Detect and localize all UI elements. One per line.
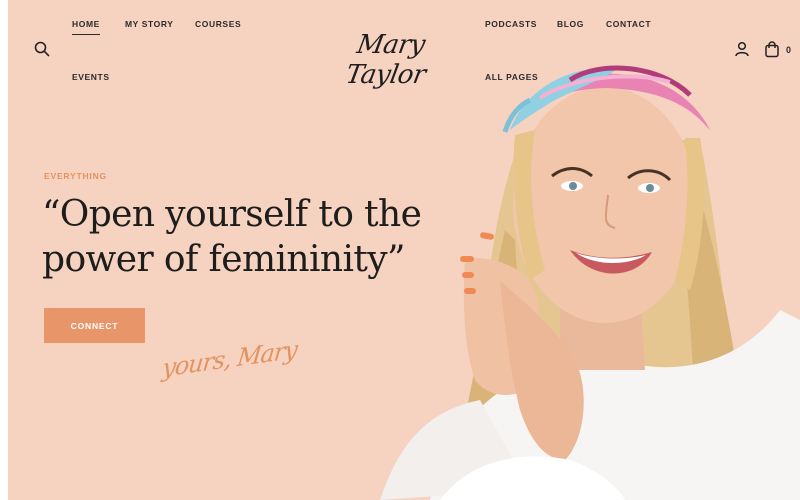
nav-courses[interactable]: COURSES (195, 19, 241, 29)
search-icon[interactable] (34, 41, 50, 57)
nav-home[interactable]: HOME (72, 19, 100, 35)
hero-section: HOME MY STORY COURSES EVENTS PODCASTS BL… (8, 0, 800, 500)
signature: yours, Mary (161, 335, 299, 383)
nav-events[interactable]: EVENTS (72, 72, 110, 82)
connect-button[interactable]: CONNECT (44, 308, 145, 343)
hero-portrait-image (380, 65, 800, 500)
hero-eyebrow: EVERYTHING (44, 171, 107, 181)
nav-my-story[interactable]: MY STORY (125, 19, 174, 29)
